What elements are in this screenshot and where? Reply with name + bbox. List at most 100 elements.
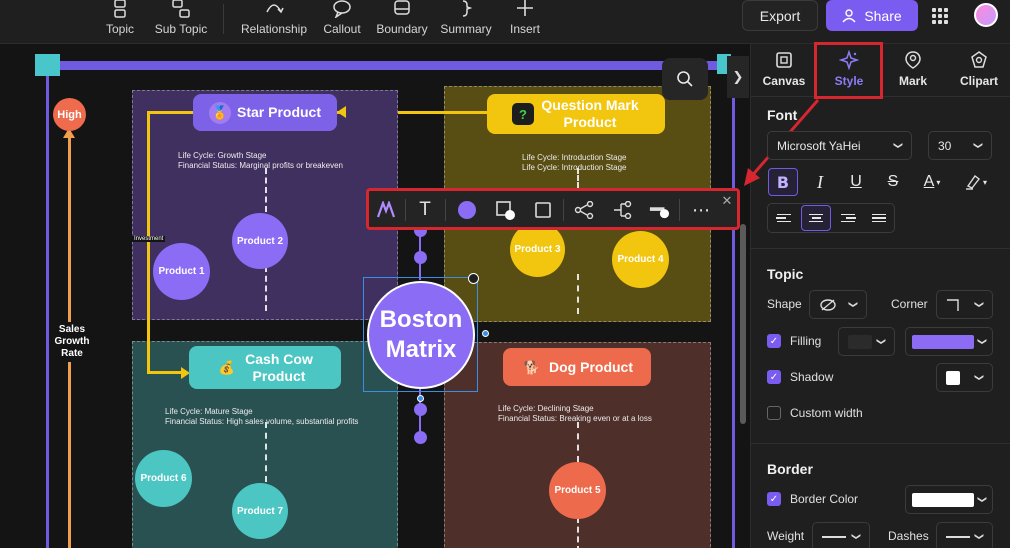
shadow-color-select[interactable]: ❯ — [936, 363, 993, 392]
tab-canvas[interactable]: Canvas — [761, 44, 807, 96]
custom-width-label: Custom width — [790, 406, 863, 420]
boundary-label: Boundary — [376, 22, 428, 36]
frame-right-bar — [732, 64, 735, 548]
filling-checkbox[interactable]: ✓ — [767, 334, 781, 348]
question-mark-topic[interactable]: ? Question Mark Product — [487, 94, 665, 134]
connector-icon[interactable] — [612, 200, 632, 220]
connector-dot[interactable] — [414, 431, 427, 444]
connector-dot[interactable] — [414, 251, 427, 264]
cash-description[interactable]: Life Cycle: Mature Stage Financial Statu… — [165, 407, 358, 427]
product-node[interactable]: Product 3 — [510, 222, 565, 277]
rotate-handle-icon[interactable] — [468, 273, 479, 284]
boundary-button[interactable]: Boundary — [375, 0, 429, 44]
insert-button[interactable]: Insert — [508, 0, 542, 44]
text-icon[interactable]: T — [415, 199, 435, 220]
custom-width-checkbox[interactable] — [767, 406, 781, 420]
shape-icon[interactable] — [495, 200, 515, 220]
weight-select[interactable]: ❯ — [812, 522, 870, 548]
font-color-button[interactable]: A ▾ — [916, 168, 948, 196]
border-color-checkbox[interactable]: ✓ — [767, 492, 781, 506]
dashed-connector — [265, 168, 267, 212]
topic-button[interactable]: Topic — [104, 0, 136, 44]
resize-handle[interactable] — [482, 330, 489, 337]
export-button[interactable]: Export — [742, 0, 818, 31]
border-icon[interactable] — [533, 200, 553, 220]
connector-dot[interactable] — [414, 403, 427, 416]
font-size-select[interactable]: 30 ❯ — [928, 131, 992, 160]
callout-button[interactable]: Callout — [321, 0, 363, 44]
canvas-icon — [776, 52, 792, 68]
desc-line: Life Cycle: Introduction Stage — [522, 153, 627, 162]
layout-icon[interactable] — [574, 200, 594, 220]
resize-handle[interactable] — [417, 395, 424, 402]
product-node[interactable]: Product 7 — [232, 483, 288, 539]
border-color-select[interactable]: ❯ — [905, 485, 993, 514]
align-right-button[interactable] — [833, 205, 863, 231]
subtopic-button[interactable]: Sub Topic — [152, 0, 210, 44]
relationship-button[interactable]: Relationship — [239, 0, 309, 44]
product-node[interactable]: Product 5 — [549, 462, 606, 519]
search-button[interactable] — [662, 58, 708, 100]
font-family-value: Microsoft YaHei — [777, 138, 861, 153]
frame-corner-handle[interactable] — [35, 54, 60, 76]
summary-button[interactable]: Summary — [439, 0, 493, 44]
product-node[interactable]: Product 2 — [232, 213, 288, 269]
bold-button[interactable]: B — [768, 168, 798, 196]
align-left-button[interactable] — [769, 205, 799, 231]
strikethrough-button[interactable]: S — [878, 168, 908, 196]
shape-select[interactable]: ❯ — [809, 290, 867, 319]
question-description[interactable]: Life Cycle: Introduction Stage Life Cycl… — [522, 153, 627, 173]
topic-section-title: Topic — [767, 266, 804, 282]
font-family-select[interactable]: Microsoft YaHei ❯ — [767, 131, 912, 160]
vertical-scrollbar[interactable] — [740, 224, 746, 424]
star-product-topic[interactable]: 🏅 Star Product — [193, 94, 337, 131]
highlight-button[interactable]: ▾ — [960, 168, 992, 196]
style-tab-highlight — [814, 42, 883, 99]
callout-label: Callout — [323, 22, 361, 36]
chevron-down-icon: ▾ — [982, 177, 987, 187]
share-button[interactable]: Share — [826, 0, 918, 31]
fill-pattern-select[interactable]: ❯ — [838, 327, 895, 356]
dashes-select[interactable]: ❯ — [936, 522, 993, 548]
dashed-connector — [265, 422, 267, 482]
shadow-checkbox[interactable]: ✓ — [767, 370, 781, 384]
align-center-button[interactable] — [801, 205, 831, 231]
collapse-panel-button[interactable]: ❯ — [727, 56, 749, 98]
apps-grid-icon[interactable] — [932, 8, 950, 24]
center-topic[interactable]: Boston Matrix — [367, 281, 475, 389]
desc-line: Life Cycle: Mature Stage — [165, 407, 253, 416]
desc-line: Financial Status: High sales volume, sub… — [165, 417, 359, 426]
gold-bars-icon: 💰 — [218, 360, 236, 375]
mindmap-canvas[interactable]: High Sales Growth Rate Investment 🏅 Star… — [0, 44, 750, 548]
relationship-label: Relationship — [240, 22, 308, 36]
cash-cow-topic[interactable]: 💰 Cash Cow Product — [189, 346, 341, 389]
star-description[interactable]: Life Cycle: Growth Stage Financial Statu… — [178, 151, 343, 171]
justify-button[interactable] — [864, 205, 894, 231]
underline-button[interactable]: U — [841, 168, 871, 196]
product-node[interactable]: Product 6 — [135, 450, 192, 507]
dog-product-topic[interactable]: 🐕 Dog Product — [503, 348, 651, 386]
axis-label[interactable]: Sales Growth Rate — [52, 322, 92, 362]
investment-label[interactable]: Investment — [132, 236, 166, 242]
tab-clipart[interactable]: Clipart — [956, 44, 1002, 96]
close-icon[interactable]: ✕ — [721, 191, 733, 211]
dashed-connector — [577, 517, 579, 548]
product-node[interactable]: Product 1 — [153, 243, 210, 300]
search-icon — [677, 71, 693, 87]
dashed-connector — [265, 266, 267, 311]
product-node[interactable]: Product 4 — [612, 231, 669, 288]
more-icon[interactable]: ⋯ — [691, 200, 711, 220]
corner-select[interactable]: ❯ — [936, 290, 993, 319]
line-style-icon[interactable] — [649, 200, 669, 220]
ai-style-icon[interactable] — [376, 200, 396, 220]
section-divider — [751, 248, 1010, 249]
tab-mark[interactable]: Mark — [894, 44, 932, 96]
avatar[interactable] — [974, 3, 998, 27]
share-label: Share — [864, 7, 902, 24]
high-badge[interactable]: High — [53, 98, 86, 131]
fill-color-icon[interactable] — [457, 200, 477, 220]
fill-color-select[interactable]: ❯ — [905, 327, 993, 356]
dog-description[interactable]: Life Cycle: Declining Stage Financial St… — [498, 404, 652, 424]
chevron-down-icon: ❯ — [848, 300, 859, 309]
italic-button[interactable]: I — [805, 168, 835, 196]
